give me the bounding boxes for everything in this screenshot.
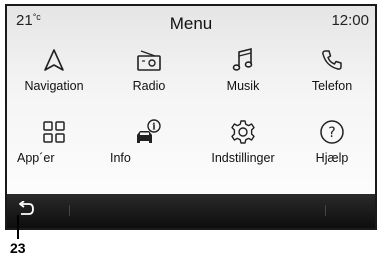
menu-item-label: App´er bbox=[17, 151, 55, 165]
clock: 12:00 bbox=[331, 12, 369, 29]
menu-item-phone[interactable]: Telefon bbox=[289, 42, 375, 104]
svg-text:i: i bbox=[152, 123, 156, 133]
menu-item-radio[interactable]: Radio bbox=[106, 42, 192, 104]
bar-divider bbox=[325, 205, 326, 216]
head-unit-screen: 21°c Menu 12:00 Navigation Radio Musik T… bbox=[5, 4, 377, 230]
menu-item-apps[interactable]: App´er bbox=[11, 114, 97, 176]
menu-item-navigation[interactable]: Navigation bbox=[11, 42, 97, 104]
help-icon: ? bbox=[315, 118, 349, 146]
menu-item-label: Musik bbox=[226, 79, 260, 93]
svg-text:?: ? bbox=[328, 125, 335, 141]
callout-number: 23 bbox=[10, 240, 26, 256]
info-car-icon: i bbox=[132, 118, 166, 146]
menu-item-music[interactable]: Musik bbox=[200, 42, 286, 104]
settings-gear-icon bbox=[226, 118, 260, 146]
page-title: Menu bbox=[169, 14, 213, 33]
apps-grid-icon bbox=[37, 118, 71, 146]
menu-item-label: Navigation bbox=[24, 79, 84, 93]
callout-line bbox=[17, 215, 19, 239]
navigation-arrow-icon bbox=[37, 46, 71, 74]
radio-icon bbox=[132, 46, 166, 74]
menu-item-label: Hjælp bbox=[315, 151, 349, 165]
menu-item-help[interactable]: ? Hjælp bbox=[289, 114, 375, 176]
menu-item-label: Indstillinger bbox=[211, 151, 275, 165]
menu-item-label: Telefon bbox=[311, 79, 353, 93]
menu-item-label: Radio bbox=[132, 79, 166, 93]
status-bar: 21°c Menu 12:00 bbox=[7, 6, 375, 36]
menu-item-settings[interactable]: Indstillinger bbox=[200, 114, 286, 176]
bottom-bar bbox=[7, 194, 375, 228]
music-note-icon bbox=[226, 46, 260, 74]
bar-divider bbox=[69, 205, 70, 216]
menu-item-label: Info bbox=[110, 151, 131, 165]
menu-item-info[interactable]: i Info bbox=[106, 114, 192, 176]
back-arrow-icon bbox=[17, 199, 35, 222]
phone-icon bbox=[315, 46, 349, 74]
